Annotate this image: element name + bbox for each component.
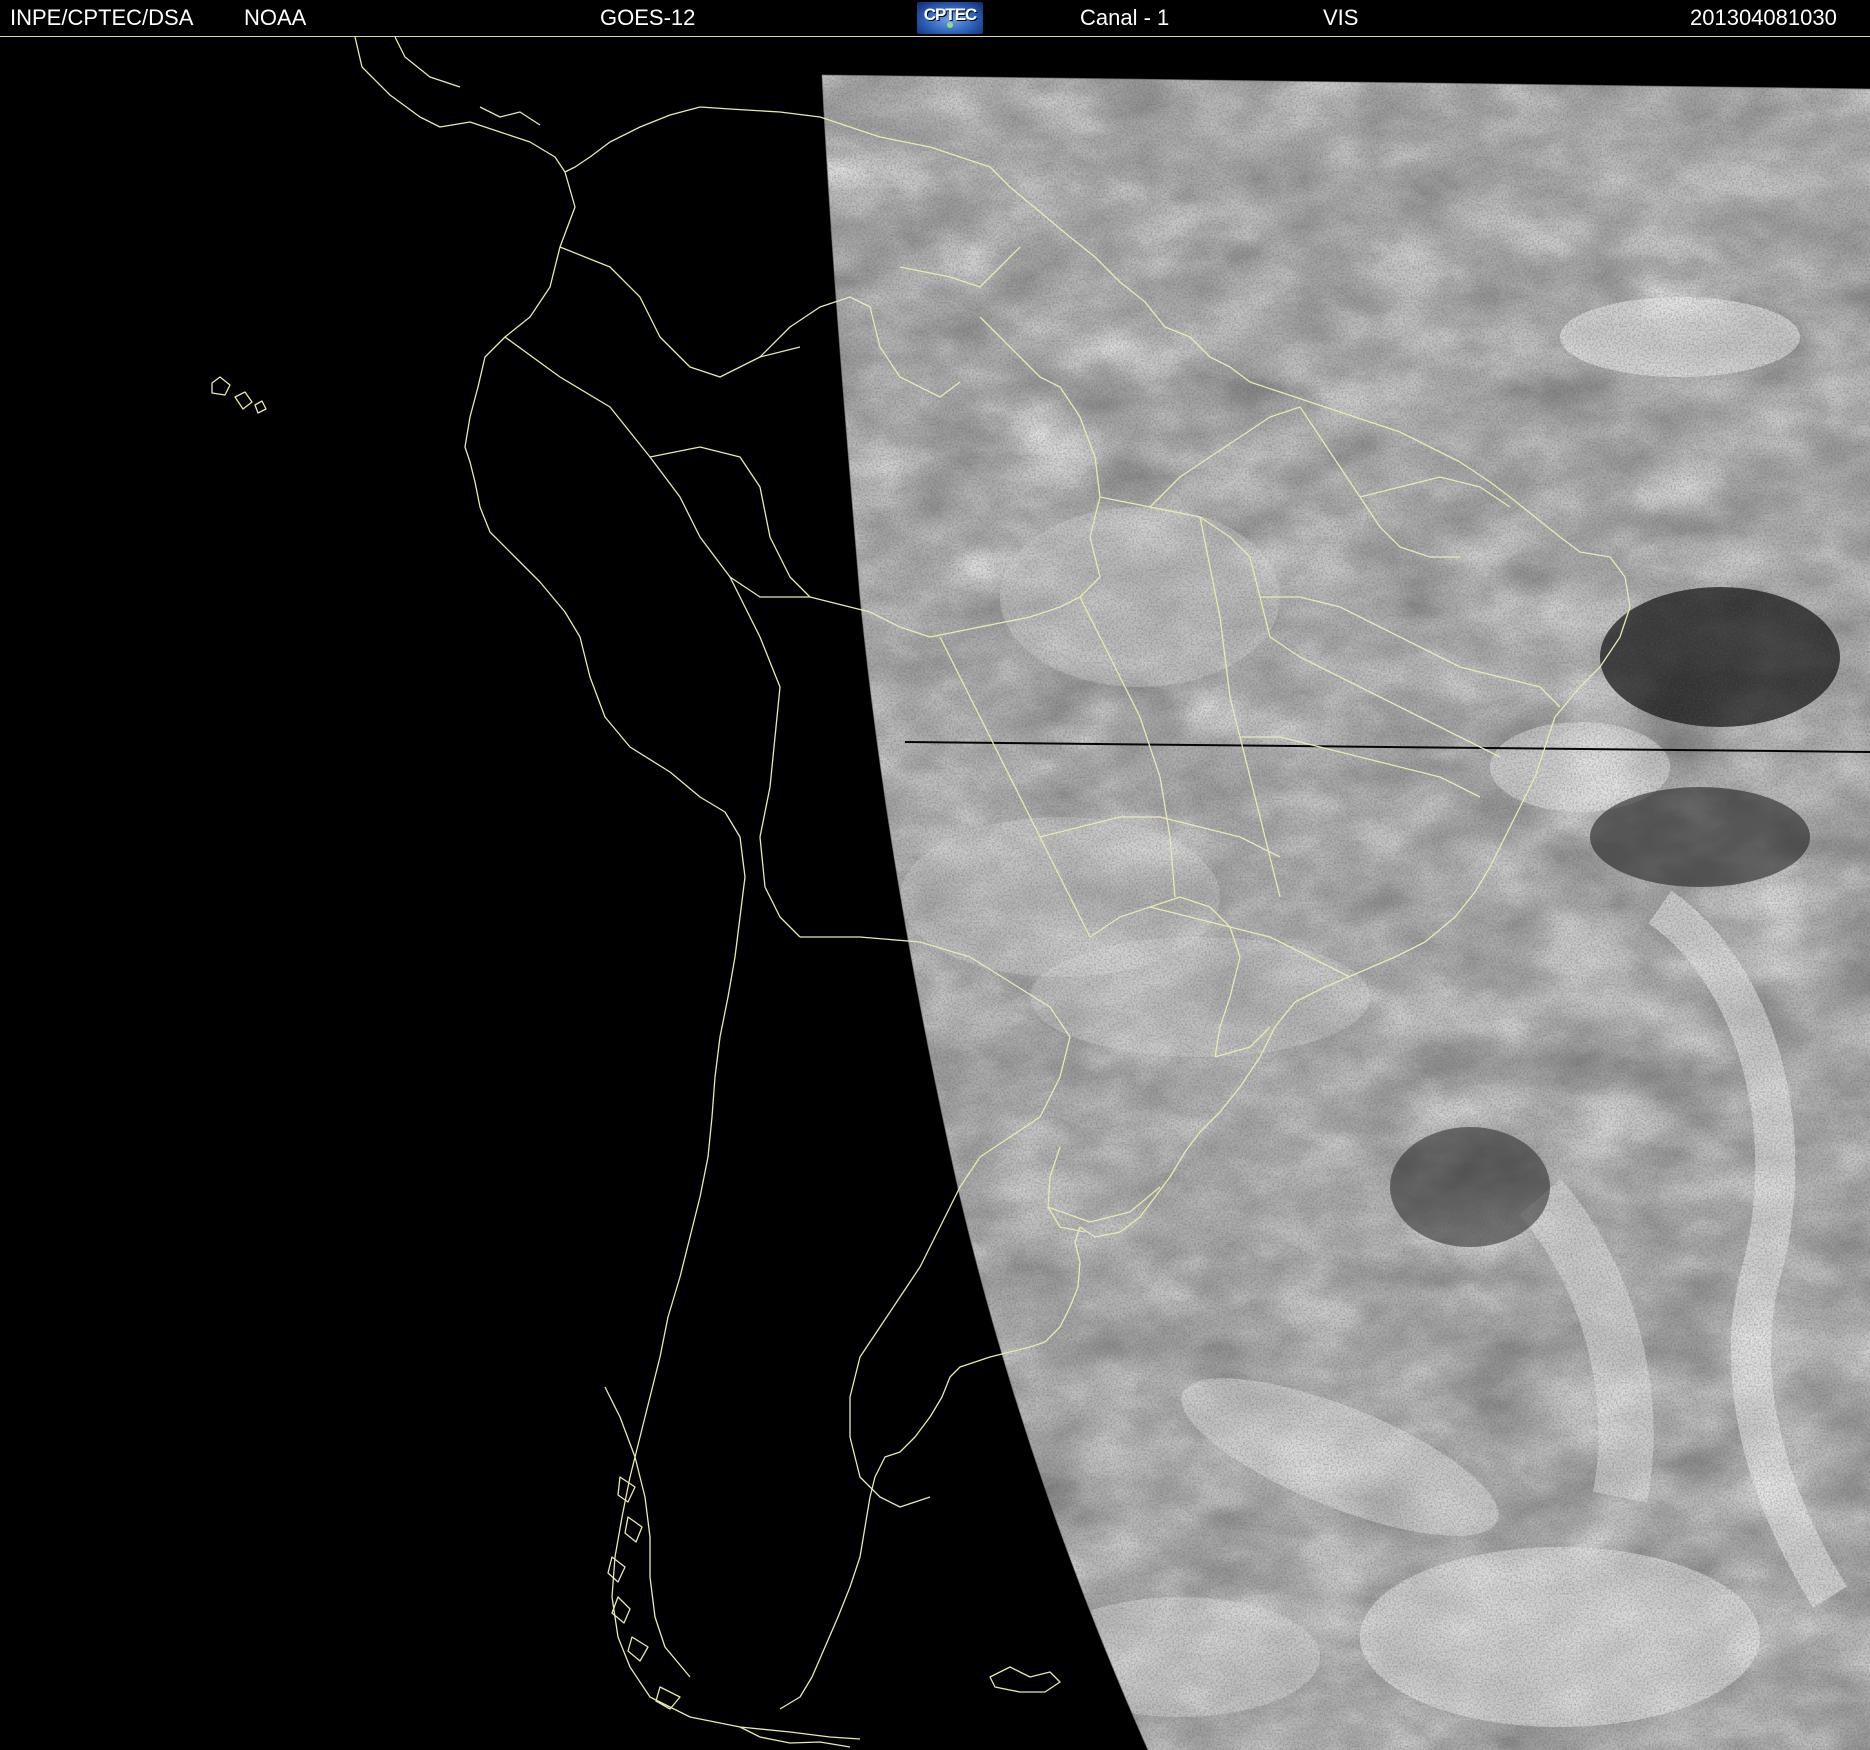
satellite-map	[0, 37, 1870, 1750]
agency-label: INPE/CPTEC/DSA	[10, 5, 194, 30]
cptec-logo-icon: CPTEC	[917, 2, 983, 34]
image-header: INPE/CPTEC/DSA NOAA GOES-12 CPTEC Canal …	[0, 0, 1870, 37]
satellite-label: GOES-12	[600, 5, 696, 30]
band-label: VIS	[1323, 5, 1359, 30]
timestamp-label: 201304081030	[1690, 5, 1837, 30]
channel-label: Canal - 1	[1080, 5, 1170, 30]
provider-label: NOAA	[244, 5, 307, 30]
